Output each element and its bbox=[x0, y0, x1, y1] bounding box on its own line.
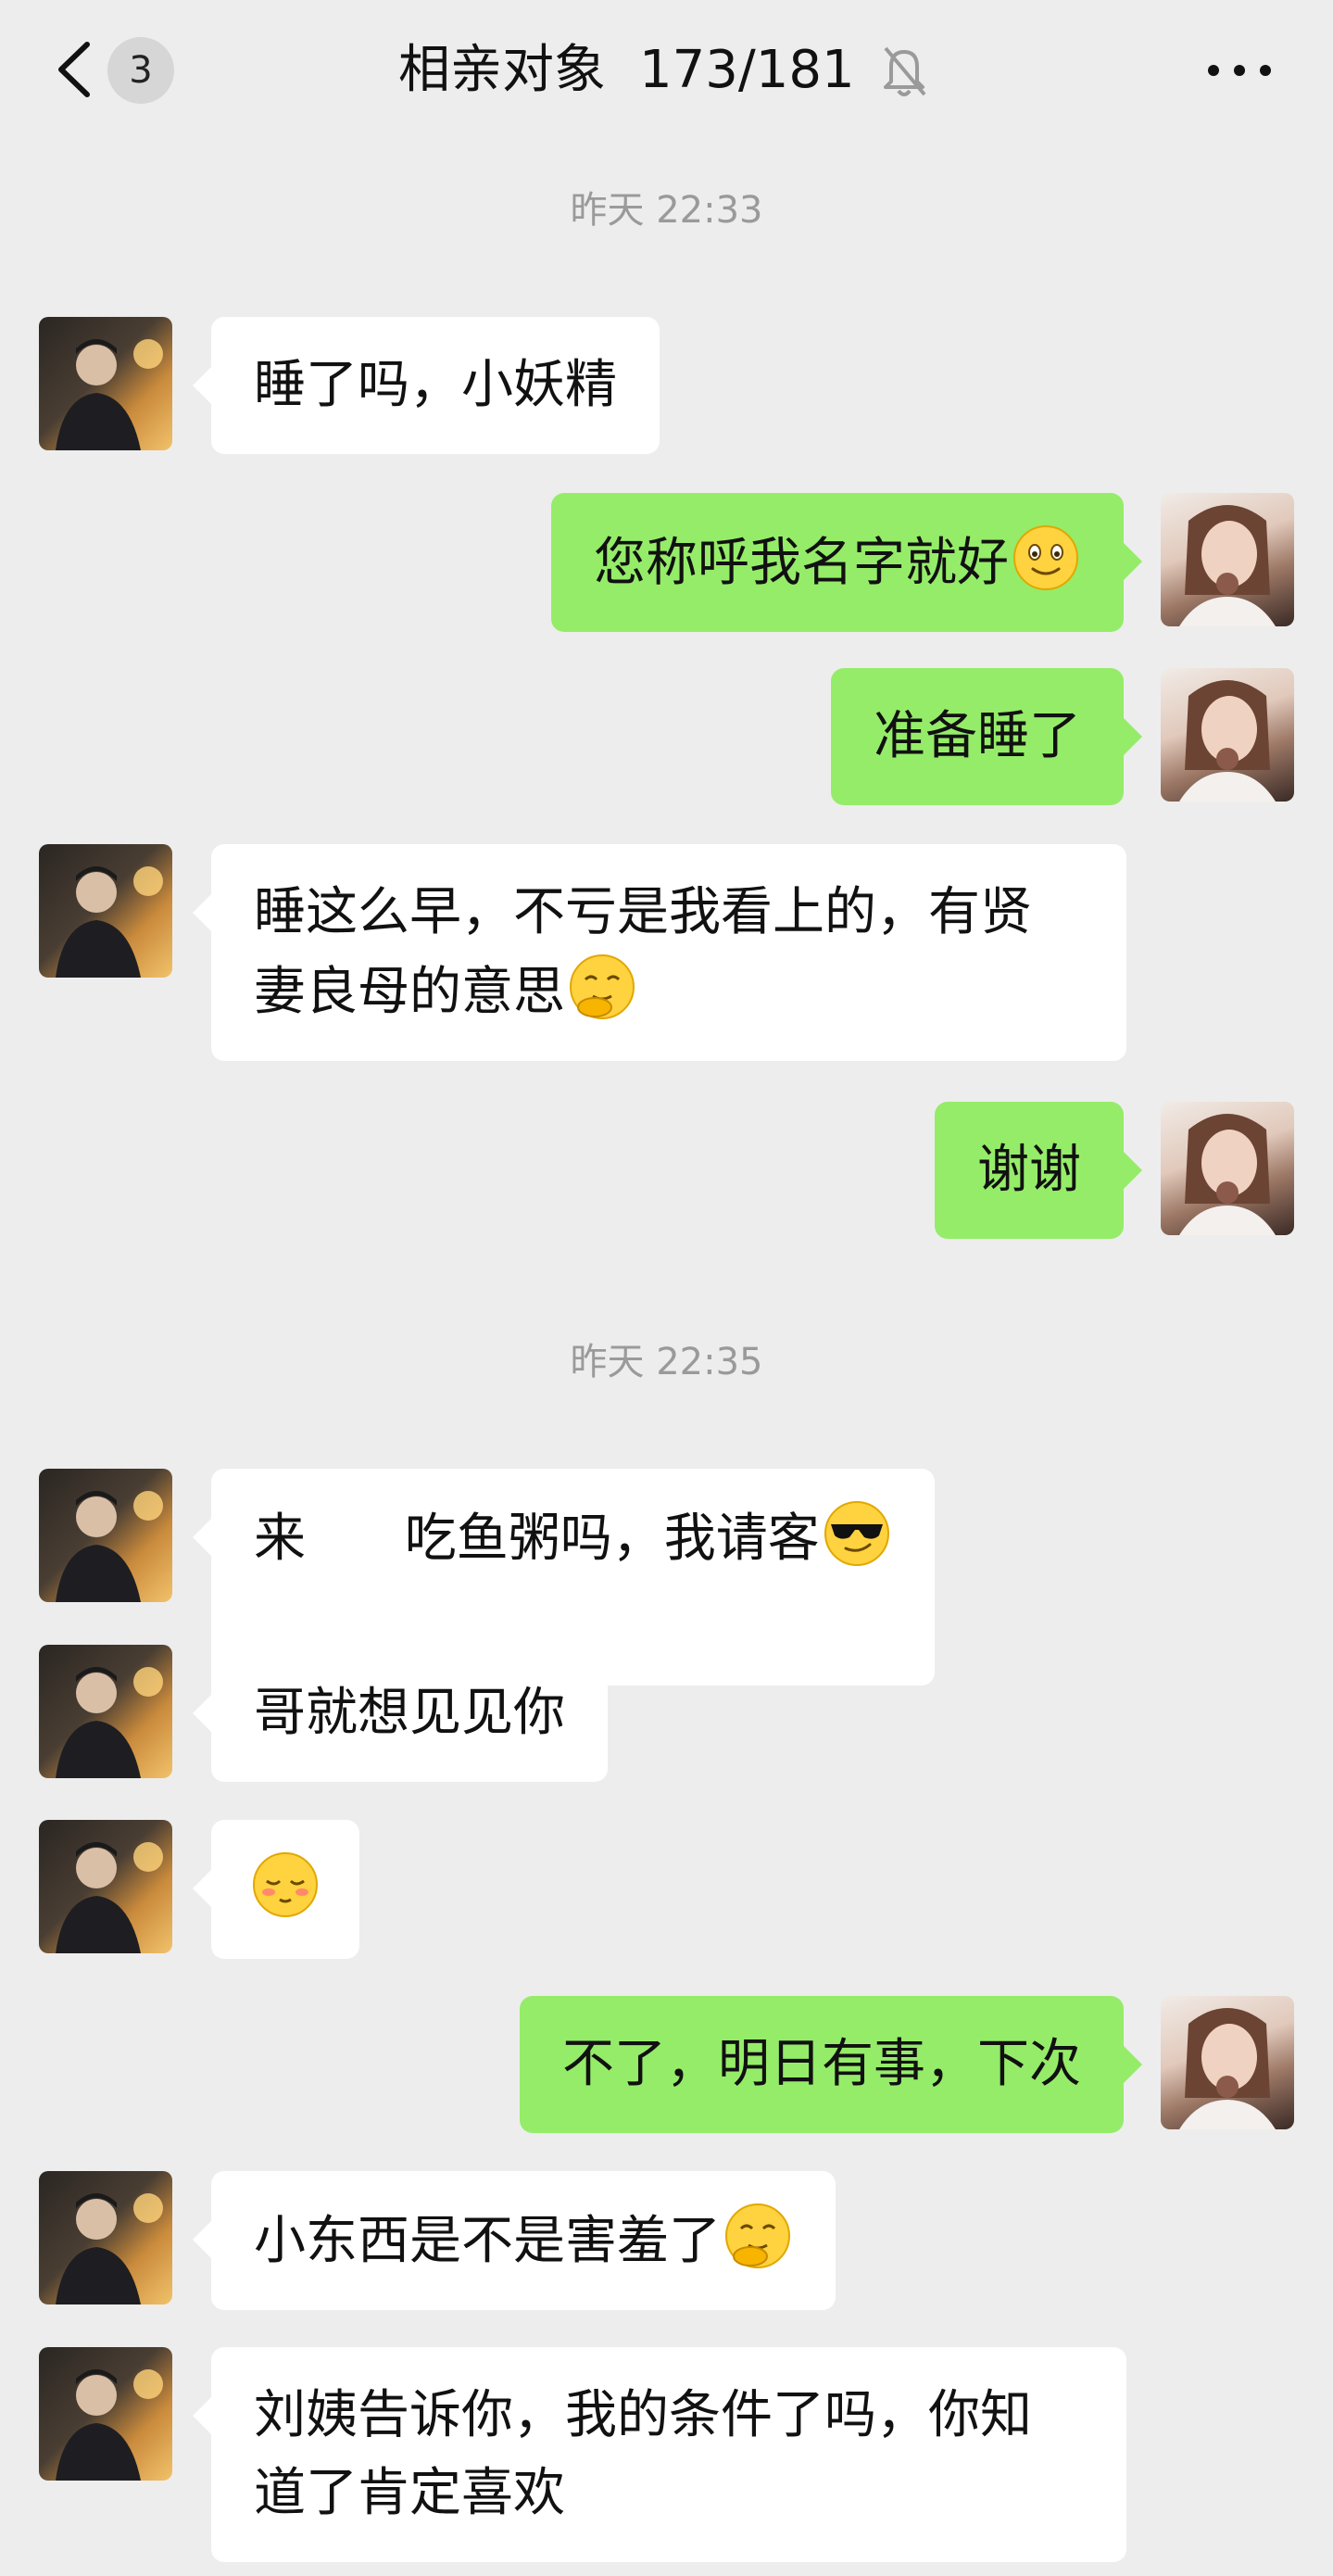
sent-message-bubble[interactable]: 您称呼我名字就好 bbox=[551, 493, 1142, 632]
received-message-bubble[interactable]: 睡这么早，不亏是我看上的，有贤 妻良母的意思 bbox=[193, 844, 1126, 1061]
back-arrow-icon[interactable] bbox=[48, 37, 104, 102]
thinking-face-emoji bbox=[567, 952, 637, 1022]
message-text: 您称呼我名字就好 bbox=[594, 533, 1009, 593]
message-text: 谢谢 bbox=[977, 1140, 1081, 1200]
received-message-bubble[interactable]: 哥就想见见你 bbox=[193, 1645, 608, 1782]
contact-avatar[interactable] bbox=[39, 844, 172, 978]
contact-avatar[interactable] bbox=[39, 2347, 172, 2481]
my-avatar[interactable] bbox=[1161, 668, 1294, 802]
more-options-icon[interactable] bbox=[1204, 46, 1275, 95]
redaction-scribble-icon bbox=[315, 1498, 417, 1752]
received-message-bubble[interactable]: 睡了吗，小妖精 bbox=[193, 317, 660, 454]
shy-face-emoji bbox=[250, 1850, 321, 1920]
message-text: 哥就想见见你 bbox=[254, 1683, 565, 1743]
sent-message-bubble[interactable]: 不了，明日有事，下次 bbox=[520, 1996, 1142, 2133]
contact-avatar[interactable] bbox=[39, 317, 172, 450]
my-avatar[interactable] bbox=[1161, 1996, 1294, 2129]
message-text: 睡这么早，不亏是我看上的，有贤 妻良母的意思 bbox=[254, 882, 1032, 1022]
message-text: 睡了吗，小妖精 bbox=[254, 355, 617, 415]
sunglasses-face-emoji bbox=[822, 1498, 892, 1569]
my-avatar[interactable] bbox=[1161, 493, 1294, 626]
mute-bell-icon bbox=[878, 41, 930, 100]
contact-avatar[interactable] bbox=[39, 1645, 172, 1778]
chat-title: 相亲对象 173/181 bbox=[398, 35, 855, 106]
message-text: 小东西是不是害羞了 bbox=[254, 2211, 721, 2271]
message-text: 刘姨告诉你，我的条件了吗，你知 道了肯定喜欢 bbox=[254, 2385, 1032, 2523]
timestamp: 昨天 22:35 bbox=[570, 1341, 763, 1383]
unread-count-badge[interactable]: 3 bbox=[107, 37, 174, 104]
message-text: 准备睡了 bbox=[874, 706, 1081, 766]
chat-name: 相亲对象 bbox=[398, 40, 606, 100]
my-avatar[interactable] bbox=[1161, 1102, 1294, 1235]
contact-avatar[interactable] bbox=[39, 1820, 172, 1953]
member-count: 173/181 bbox=[639, 40, 855, 100]
contact-avatar[interactable] bbox=[39, 2171, 172, 2305]
received-message-bubble[interactable] bbox=[193, 1820, 359, 1959]
message-text: 不了，明日有事，下次 bbox=[562, 2034, 1081, 2094]
sent-message-bubble[interactable]: 准备睡了 bbox=[831, 668, 1142, 805]
timestamp: 昨天 22:33 bbox=[570, 189, 763, 232]
received-message-bubble[interactable]: 刘姨告诉你，我的条件了吗，你知 道了肯定喜欢 bbox=[193, 2347, 1126, 2562]
thinking-face-emoji bbox=[723, 2201, 793, 2271]
chat-header: 3 相亲对象 173/181 bbox=[0, 0, 1333, 139]
sent-message-bubble[interactable]: 谢谢 bbox=[935, 1102, 1142, 1239]
contact-avatar[interactable] bbox=[39, 1469, 172, 1602]
received-message-bubble[interactable]: 小东西是不是害羞了 bbox=[193, 2171, 836, 2310]
smile-face-emoji bbox=[1011, 523, 1081, 593]
